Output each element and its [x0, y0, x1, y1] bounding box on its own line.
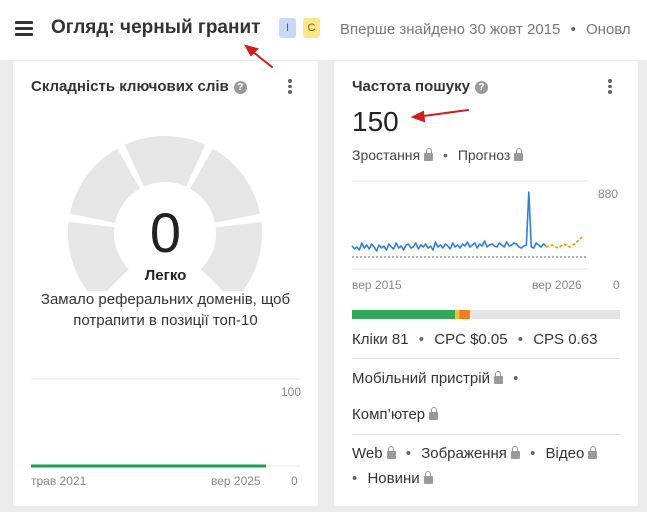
keyword-difficulty-card: Складність ключових слів? 0 Легко Замало…	[13, 61, 318, 506]
intent-distribution-bar	[352, 310, 620, 319]
cost-metrics-row: Кліки 81 • CPC $0.05 • CPS 0.63	[352, 331, 620, 348]
clicks-metric: Кліки 81	[352, 331, 409, 348]
news-label[interactable]: Новини	[367, 470, 419, 487]
divider	[352, 434, 620, 435]
lock-icon	[510, 446, 520, 459]
intent-bar-segment	[459, 310, 470, 319]
serp-types-row-1: Web • Зображення • Відео	[352, 445, 620, 462]
intent-bar-segment	[469, 310, 620, 319]
sv-history-line	[351, 191, 547, 252]
video-label[interactable]: Відео	[546, 445, 585, 462]
bullet-separator: •	[530, 445, 536, 462]
desktop-label[interactable]: Комп’ютер	[352, 406, 425, 423]
search-volume-card: Частота пошуку? 150 Зростання • Прогноз …	[334, 61, 638, 506]
cps-metric: CPS 0.63	[533, 331, 598, 348]
bullet-separator: •	[517, 331, 524, 348]
sv-forecast-line	[545, 236, 583, 250]
bullet-separator: •	[418, 331, 425, 348]
images-label[interactable]: Зображення	[421, 445, 507, 462]
serp-types-row-2: • Новини	[352, 470, 620, 487]
kd-history-chart	[31, 378, 300, 468]
intent-bar-segment	[352, 310, 456, 319]
intent-bar-segment	[455, 310, 460, 319]
cpc-metric: CPC $0.05	[434, 331, 508, 348]
keyword-meta: Вперше знайдено 30 жовт 2015 • Оновл	[340, 21, 631, 38]
intent-bar-segments	[352, 310, 620, 319]
page-title: Огляд: черный гранит	[51, 17, 261, 38]
sv-chart-x-start: вер 2015	[352, 278, 402, 292]
lock-icon	[423, 471, 433, 484]
first-seen-text: Вперше знайдено 30 жовт 2015	[340, 21, 561, 38]
lock-icon	[429, 407, 439, 420]
divider	[352, 358, 620, 359]
meta-separator: •	[570, 21, 576, 38]
kd-chart-y-max: 100	[281, 385, 302, 399]
lock-icon	[386, 446, 396, 459]
mobile-label[interactable]: Мобільний пристрій	[352, 370, 490, 387]
kd-chart-x-start: трав 2021	[31, 474, 87, 488]
bullet-separator: •	[513, 370, 519, 387]
top-bar: Огляд: черный гранит I C Вперше знайдено…	[0, 0, 647, 60]
web-label[interactable]: Web	[352, 445, 383, 462]
sv-chart-y-min: 0	[613, 278, 620, 292]
bullet-separator: •	[405, 445, 412, 462]
mobile-row: Мобільний пристрій •	[352, 370, 620, 387]
kd-chart-y-min: 0	[291, 474, 298, 488]
updated-text: Оновл	[586, 21, 631, 38]
sv-chart-y-max: 880	[598, 187, 619, 201]
kd-chart-x-end: вер 2025	[211, 474, 261, 488]
lock-icon	[588, 446, 598, 459]
hamburger-menu-icon[interactable]	[15, 21, 33, 36]
desktop-row: Комп’ютер	[352, 406, 620, 423]
intent-badge-informational[interactable]: I	[279, 18, 296, 38]
bullet-separator: •	[352, 470, 358, 487]
sv-chart-x-end: вер 2026	[532, 278, 582, 292]
intent-badge-commercial[interactable]: C	[303, 18, 320, 38]
lock-icon	[493, 371, 503, 384]
